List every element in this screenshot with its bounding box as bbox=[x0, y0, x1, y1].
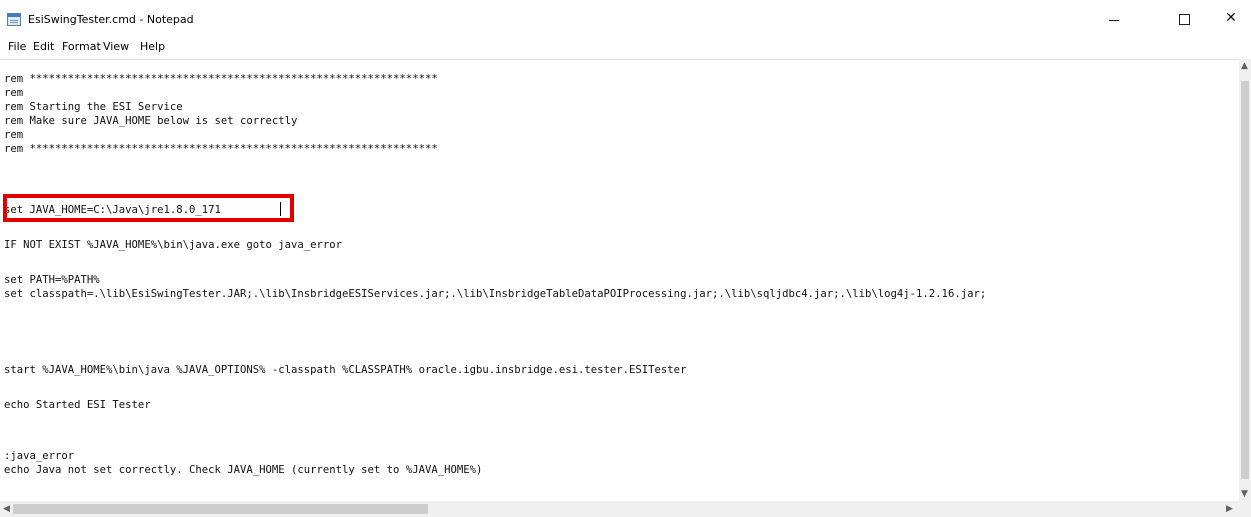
notepad-icon bbox=[7, 13, 21, 26]
maximize-button[interactable] bbox=[1162, 0, 1208, 32]
minimize-button[interactable] bbox=[1092, 0, 1138, 32]
menu-view[interactable]: View bbox=[103, 40, 129, 53]
window-title: EsiSwingTester.cmd - Notepad bbox=[28, 13, 194, 26]
code-line: rem bbox=[4, 129, 24, 141]
scroll-left-icon[interactable]: ◀ bbox=[3, 504, 10, 514]
vertical-scrollbar[interactable]: ▲ ▼ bbox=[1239, 59, 1251, 501]
horizontal-scrollbar[interactable]: ◀ ▶ bbox=[0, 501, 1239, 517]
code-line: rem Starting the ESI Service bbox=[4, 101, 183, 113]
text-editor[interactable]: rem ************************************… bbox=[0, 59, 1239, 502]
highlight-box bbox=[3, 194, 294, 222]
menu-bar: File Edit Format View Help bbox=[0, 36, 1251, 56]
code-line: rem ************************************… bbox=[4, 143, 438, 155]
code-line: rem bbox=[4, 87, 24, 99]
minimize-icon bbox=[1109, 20, 1119, 21]
resize-grip[interactable] bbox=[1239, 501, 1251, 517]
code-line: echo Started ESI Tester bbox=[4, 399, 151, 411]
code-line: set classpath=.\lib\EsiSwingTester.JAR;.… bbox=[4, 288, 987, 300]
code-line: rem Make sure JAVA_HOME below is set cor… bbox=[4, 115, 298, 127]
close-icon: ✕ bbox=[1225, 10, 1237, 26]
scroll-down-icon[interactable]: ▼ bbox=[1241, 489, 1248, 499]
horizontal-scroll-thumb[interactable] bbox=[13, 504, 428, 514]
vertical-scroll-thumb[interactable] bbox=[1241, 81, 1249, 479]
menu-file[interactable]: File bbox=[8, 40, 26, 53]
code-line: rem ************************************… bbox=[4, 73, 438, 85]
menu-format[interactable]: Format bbox=[62, 40, 101, 53]
close-button[interactable]: ✕ bbox=[1208, 0, 1251, 32]
text-caret bbox=[280, 202, 281, 216]
code-line: start %JAVA_HOME%\bin\java %JAVA_OPTIONS… bbox=[4, 364, 687, 376]
scroll-up-icon[interactable]: ▲ bbox=[1241, 61, 1248, 71]
code-line: echo Java not set correctly. Check JAVA_… bbox=[4, 464, 483, 476]
code-line: :java_error bbox=[4, 450, 75, 462]
menu-help[interactable]: Help bbox=[140, 40, 165, 53]
scroll-right-icon[interactable]: ▶ bbox=[1226, 504, 1233, 514]
code-line: IF NOT EXIST %JAVA_HOME%\bin\java.exe go… bbox=[4, 239, 343, 251]
menu-edit[interactable]: Edit bbox=[33, 40, 54, 53]
code-line: set PATH=%PATH% bbox=[4, 274, 100, 286]
title-bar[interactable]: EsiSwingTester.cmd - Notepad ✕ bbox=[0, 0, 1251, 32]
maximize-icon bbox=[1179, 14, 1190, 25]
